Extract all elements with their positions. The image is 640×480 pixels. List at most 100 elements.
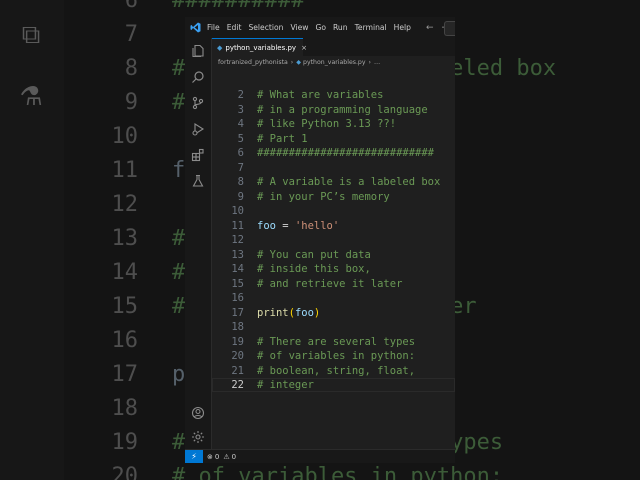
breadcrumb-file[interactable]: python_variables.py: [303, 59, 365, 66]
breadcrumb-more[interactable]: …: [374, 59, 380, 66]
code-line[interactable]: 12: [212, 233, 455, 247]
paren-token: ): [313, 306, 321, 319]
line-number: 16: [231, 292, 244, 304]
code-line[interactable]: 2 # What are variables: [212, 88, 455, 102]
background-line-number: 15: [111, 294, 139, 319]
errors-icon[interactable]: ⊗: [207, 453, 213, 461]
variable-token: foo: [294, 306, 314, 319]
activity-bar: [185, 38, 212, 449]
errors-count[interactable]: 0: [215, 453, 219, 461]
menu-file[interactable]: File: [207, 23, 220, 32]
background-testing-icon: ⚗: [19, 82, 43, 112]
line-code: # boolean, string, float,: [257, 364, 416, 377]
account-icon[interactable]: [190, 406, 206, 422]
line-number: 10: [231, 205, 244, 217]
background-line-number: 13: [111, 226, 139, 251]
code-line[interactable]: 11 foo = 'hello': [212, 219, 455, 233]
code-line[interactable]: 16: [212, 291, 455, 305]
extensions-icon[interactable]: [190, 148, 206, 164]
line-number: 14: [231, 263, 244, 275]
background-line-number: 6: [124, 0, 138, 13]
background-line-number: 18: [111, 396, 139, 421]
line-code: # What are variables: [257, 89, 384, 101]
line-code: # of variables in python:: [257, 350, 416, 362]
background-line-number: 16: [111, 328, 139, 353]
menu-selection[interactable]: Selection: [248, 23, 283, 32]
background-activity-bar: ⧉ ⚗: [0, 0, 64, 480]
line-code: # and retrieve it later: [257, 277, 403, 290]
search-icon[interactable]: [190, 70, 206, 86]
line-code: print(foo): [257, 306, 320, 320]
background-line-number: 10: [111, 124, 139, 149]
function-token: print: [257, 306, 289, 319]
source-control-icon[interactable]: [190, 96, 206, 112]
remote-indicator-icon[interactable]: ⚡: [185, 450, 203, 463]
background-line-number: 17: [111, 362, 139, 387]
line-number: 19: [231, 335, 244, 348]
code-line[interactable]: 20 # of variables in python:: [212, 349, 455, 363]
code-line[interactable]: 7: [212, 161, 455, 175]
operator-token: =: [275, 219, 295, 232]
code-line[interactable]: 8 # A variable is a labeled box: [212, 175, 455, 189]
code-line[interactable]: 19 # There are several types: [212, 335, 455, 349]
warnings-icon[interactable]: ⚠: [223, 453, 229, 461]
background-line-number: 11: [111, 158, 139, 183]
background-line-number: 14: [111, 260, 139, 285]
current-line-highlight: [212, 378, 455, 392]
line-number: 20: [231, 350, 244, 362]
run-debug-icon[interactable]: [190, 122, 206, 138]
line-code: # inside this box,: [257, 263, 371, 275]
code-line[interactable]: 10: [212, 204, 455, 218]
variable-token: foo: [257, 219, 276, 232]
code-line[interactable]: 4 # like Python 3.13 ??!: [212, 117, 455, 131]
code-line[interactable]: 5 # Part 1: [212, 132, 455, 146]
code-line[interactable]: 18: [212, 320, 455, 334]
line-code: # in your PC’s memory: [257, 190, 390, 203]
close-icon[interactable]: ×: [301, 44, 307, 52]
line-number: 7: [237, 161, 244, 174]
code-line[interactable]: 6 ############################: [212, 146, 455, 160]
code-line[interactable]: 17 print(foo): [212, 306, 455, 320]
back-arrow-icon[interactable]: ←: [426, 23, 434, 33]
code-line[interactable]: 15 # and retrieve it later: [212, 277, 455, 291]
line-number: 13: [231, 248, 244, 261]
code-line[interactable]: 22 # integer: [212, 378, 455, 392]
python-file-icon: ◆: [296, 59, 302, 66]
background-line-number: 19: [111, 430, 139, 455]
code-line[interactable]: 3 # in a programming language: [212, 103, 455, 117]
menu-edit[interactable]: Edit: [227, 23, 242, 32]
code-line[interactable]: 9 # in your PC’s memory: [212, 190, 455, 204]
line-code: # Part 1: [257, 132, 308, 145]
line-code: ############################: [257, 147, 435, 159]
testing-icon[interactable]: [190, 174, 206, 190]
menu-run[interactable]: Run: [333, 23, 348, 32]
code-editor[interactable]: 2 # What are variables 3 # in a programming…: [212, 88, 455, 408]
tab-label: python_variables.py: [225, 43, 297, 52]
background-line-number: 20: [111, 464, 139, 480]
menu-view[interactable]: View: [290, 23, 308, 32]
explorer-icon[interactable]: [190, 44, 206, 60]
settings-gear-icon[interactable]: [190, 430, 206, 446]
line-number: 21: [231, 364, 244, 377]
line-number: 22: [231, 379, 244, 391]
code-line[interactable]: 14 # inside this box,: [212, 262, 455, 276]
warnings-count[interactable]: 0: [232, 453, 236, 461]
line-code: # You can put data: [257, 248, 371, 261]
breadcrumb-separator: ›: [368, 59, 372, 66]
background-line-number: 9: [124, 90, 138, 115]
vscode-logo-icon: [190, 22, 201, 33]
line-number: 5: [237, 132, 244, 145]
string-token: 'hello': [294, 219, 340, 232]
menu-go[interactable]: Go: [315, 23, 326, 32]
menu-terminal[interactable]: Terminal: [355, 23, 387, 32]
code-line[interactable]: 13 # You can put data: [212, 248, 455, 262]
line-number: 3: [237, 103, 244, 116]
breadcrumb-folder[interactable]: fortranized_pythonista: [218, 59, 288, 66]
line-number: 9: [237, 190, 244, 203]
menu-help[interactable]: Help: [394, 23, 411, 32]
line-number: 12: [231, 234, 244, 246]
code-line[interactable]: 21 # boolean, string, float,: [212, 364, 455, 378]
tab-python-variables[interactable]: ◆ python_variables.py ×: [212, 38, 307, 56]
command-center-input[interactable]: [444, 21, 455, 36]
line-number: 8: [237, 176, 244, 188]
